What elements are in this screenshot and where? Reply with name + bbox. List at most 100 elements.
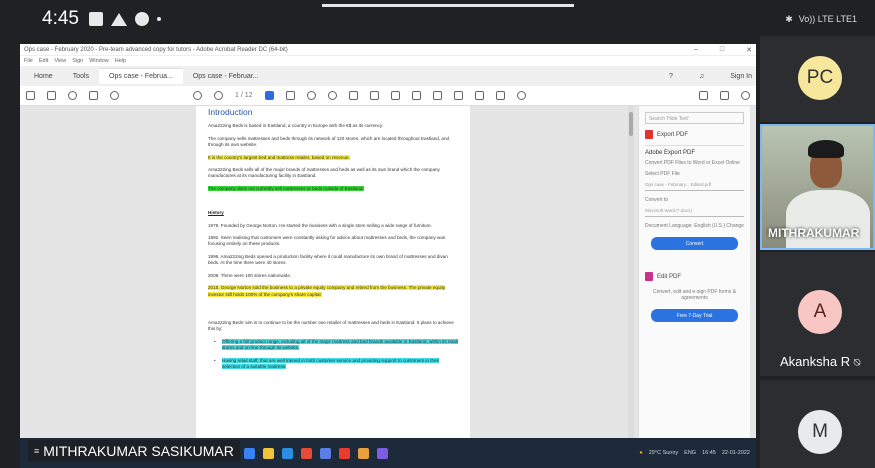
tab-home[interactable]: Home [24, 69, 63, 84]
minimize-icon[interactable]: – [694, 46, 698, 54]
start-icon[interactable] [244, 447, 255, 459]
participant-video-hair [808, 140, 844, 158]
menu-file[interactable]: File [24, 58, 33, 64]
highlighted-text: 2015. George Norton sold the business to… [208, 285, 446, 297]
convert-to-label: Convert to [645, 197, 669, 203]
audio-level-icon: ≡ [34, 446, 40, 456]
zoom-level-icon[interactable] [348, 91, 358, 100]
scrollbar[interactable] [628, 106, 634, 468]
scroll-icon[interactable] [390, 91, 400, 100]
tools-search-input[interactable]: Search 'Hide Text' [645, 112, 744, 124]
list-item: Having retail staff, that are well train… [208, 357, 458, 371]
scroll-thumb[interactable] [629, 112, 633, 136]
window-titlebar: Ops case - February 2020 - Pre-team adva… [20, 44, 756, 56]
history-item: 1978. Founded by George Norton. He start… [208, 222, 432, 228]
bookmark-icon[interactable] [47, 91, 56, 100]
participant-tile[interactable]: M [760, 380, 875, 468]
chrome-icon[interactable] [358, 447, 369, 459]
menu-sign[interactable]: Sign [72, 58, 83, 64]
page-down-icon[interactable] [214, 91, 223, 100]
email-icon[interactable] [720, 91, 729, 100]
file-explorer-icon[interactable] [263, 447, 274, 459]
maximize-icon[interactable]: □ [720, 46, 724, 54]
free-trial-button[interactable]: Free 7-Day Trial [651, 309, 738, 322]
app-icon[interactable] [377, 447, 388, 459]
pen-icon[interactable] [432, 91, 442, 100]
upload-icon[interactable] [68, 91, 77, 100]
menu-help[interactable]: Help [115, 58, 126, 64]
delete-icon[interactable] [495, 91, 505, 100]
create-icon[interactable] [26, 91, 35, 100]
highlighted-text: The company does not currently sell matt… [208, 185, 364, 191]
export-pdf-label: Export PDF [657, 131, 689, 138]
tab-doc-2[interactable]: Ops case - Februar... [183, 69, 269, 84]
doc-para: Ama222ing Beds sells all of the major br… [208, 167, 440, 179]
presenter-name-tag: ≡ MITHRAKUMAR SASIKUMAR [28, 440, 240, 462]
print-icon[interactable] [89, 91, 98, 100]
search-icon[interactable] [110, 91, 119, 100]
acrobat-icon[interactable] [339, 447, 350, 459]
hand-icon[interactable] [285, 91, 295, 100]
divider [645, 145, 744, 146]
lang-indicator[interactable]: ENG [684, 450, 696, 456]
comment-icon[interactable] [411, 91, 421, 100]
language-text[interactable]: Document Language: English (U.S.) Change [645, 223, 744, 229]
doc-para: The company sells mattresses and beds th… [208, 135, 450, 148]
zoom-in-icon[interactable] [327, 91, 337, 100]
participant-video-tile[interactable]: MITHRAKUMAR [760, 124, 875, 250]
tab-tools[interactable]: Tools [63, 69, 99, 84]
bell-icon[interactable]: ♫ [699, 73, 704, 80]
page-indicator[interactable]: 1 / 12 [235, 92, 253, 99]
fit-page-icon[interactable] [369, 91, 379, 100]
file-field[interactable]: Ops case - February... Edited.pdf [645, 182, 744, 191]
meet-call-screen: 4:45 ✱ Vo)) LTE LTE1 Ops case - February… [0, 0, 875, 468]
select-cursor-icon[interactable] [264, 91, 274, 100]
zoom-out-icon[interactable] [306, 91, 316, 100]
convert-button[interactable]: Convert [651, 237, 738, 250]
highlighted-text: It is the country's largest bed and matt… [208, 154, 350, 160]
office-icon[interactable] [301, 447, 312, 459]
export-pdf-header[interactable]: Export PDF [645, 130, 744, 139]
format-select[interactable]: Microsoft Word (*.docx) [645, 208, 744, 217]
participant-video-body [786, 190, 870, 248]
export-pdf-icon [645, 130, 653, 139]
network-indicator: Vo)) LTE LTE1 [798, 14, 857, 24]
history-item: 2008. There were 100 stores nationwide. [208, 272, 292, 278]
history-item: 2015. George Norton sold the business to… [208, 285, 458, 298]
promo-text: Convert, edit and e-sign PDF forms & agr… [652, 289, 737, 301]
menu-window[interactable]: Window [89, 58, 109, 64]
help-icon[interactable]: ? [669, 73, 673, 80]
highlighted-text: Offering a full product range, including… [222, 338, 458, 351]
weather-text[interactable]: 29°C Sunny [649, 450, 678, 456]
page-up-icon[interactable] [193, 91, 202, 100]
sign-icon[interactable] [453, 91, 463, 100]
menu-bar: File Edit View Sign Window Help [20, 56, 756, 66]
menu-view[interactable]: View [54, 58, 66, 64]
meet-icon[interactable] [320, 447, 331, 459]
rotate-icon[interactable] [516, 91, 526, 100]
gallery-icon [88, 12, 103, 26]
stamp-icon[interactable] [474, 91, 484, 100]
panel-desc: Convert PDF Files to Word or Excel Onlin… [645, 160, 740, 166]
sign-in-button[interactable]: Sign In [730, 73, 752, 80]
menu-edit[interactable]: Edit [39, 58, 48, 64]
doc-para: The company does not currently sell matt… [208, 185, 458, 192]
select-file-label: Select PDF File [645, 171, 680, 177]
pdf-page: Introduction Ama222ing Beds is based in … [196, 106, 470, 468]
phone-icon [134, 12, 149, 26]
account-icon[interactable] [741, 91, 750, 100]
participant-tile[interactable]: A Akanksha R ⍉ [760, 252, 875, 376]
close-icon[interactable]: ✕ [746, 46, 752, 54]
window-title: Ops case - February 2020 - Pre-team adva… [24, 46, 288, 53]
tools-panel: Search 'Hide Text' Export PDF Adobe Expo… [638, 106, 750, 468]
participant-tile[interactable]: PC [760, 36, 875, 122]
doc-para: It is the country's largest bed and matt… [208, 154, 458, 161]
tray-date[interactable]: 22-01-2022 [722, 450, 750, 456]
edit-pdf-row[interactable]: Edit PDF [645, 272, 744, 281]
tab-doc-1[interactable]: Ops case - Februa... [99, 68, 183, 84]
tray-clock[interactable]: 16:45 [702, 450, 716, 456]
edge-icon[interactable] [282, 447, 293, 459]
system-tray: ● 29°C Sunny ENG 16:45 22-01-2022 [639, 450, 750, 456]
avatar: A [798, 290, 842, 334]
share-icon[interactable] [699, 91, 708, 100]
